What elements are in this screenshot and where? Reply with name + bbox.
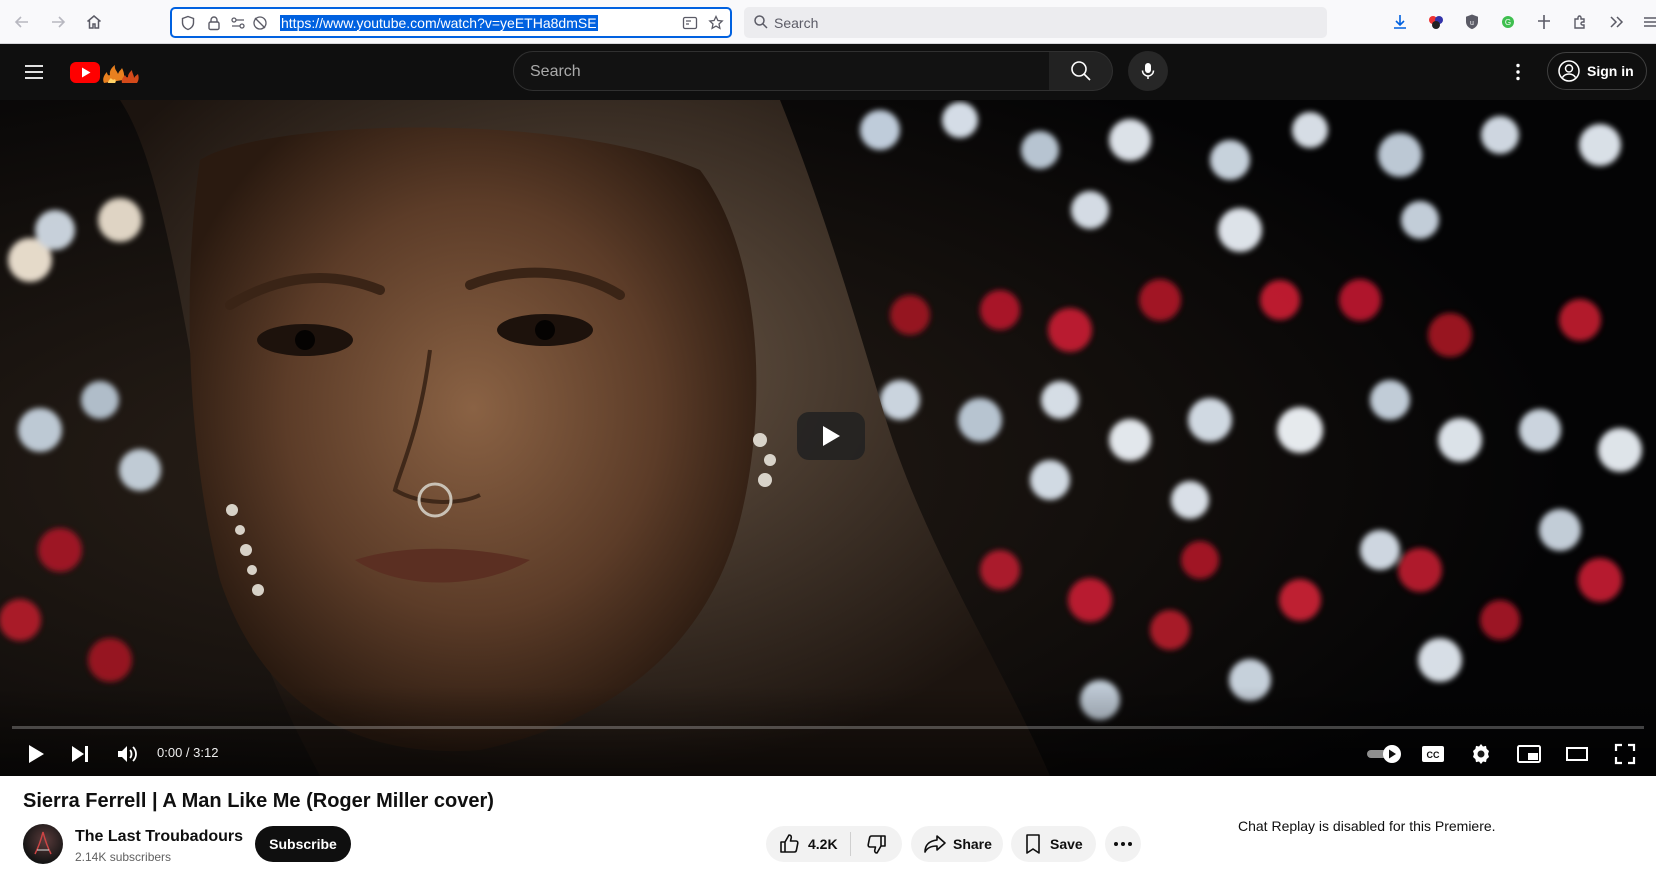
play-icon [823, 426, 840, 446]
gear-icon [1473, 744, 1489, 764]
youtube-logo[interactable] [70, 57, 146, 87]
green-extension-icon[interactable]: G [1498, 12, 1518, 32]
more-horizontal-icon [1114, 842, 1132, 846]
youtube-header: Search Sign in [0, 44, 1656, 100]
chat-replay-notice: Chat Replay is disabled for this Premier… [1238, 818, 1496, 834]
channel-name[interactable]: The Last Troubadours [75, 828, 243, 846]
like-dislike-group: 4.2K [766, 826, 902, 862]
menu-icon[interactable] [22, 60, 46, 84]
more-actions-button[interactable] [1105, 826, 1141, 862]
svg-text:CC: CC [1427, 750, 1440, 760]
like-count: 4.2K [808, 836, 838, 852]
autoplay-toggle[interactable] [1364, 736, 1404, 772]
ublock-shield-icon[interactable]: u [1462, 12, 1482, 32]
save-label: Save [1050, 836, 1083, 852]
video-player[interactable]: 0:00 / 3:12 CC [0, 100, 1656, 776]
more-vertical-icon[interactable] [1506, 60, 1530, 84]
miniplayer-icon [1517, 745, 1541, 763]
save-button[interactable]: Save [1011, 826, 1096, 862]
skip-next-icon [72, 746, 88, 762]
svg-text:G: G [1505, 18, 1511, 27]
autoplay-toggle-icon [1367, 745, 1401, 763]
youtube-search-input[interactable]: Search [513, 51, 1050, 91]
voice-search-button[interactable] [1128, 51, 1168, 91]
video-title: Sierra Ferrell | A Man Like Me (Roger Mi… [23, 790, 494, 812]
bookmark-icon [1026, 834, 1040, 854]
progress-bar[interactable] [12, 726, 1644, 729]
miniplayer-button[interactable] [1511, 736, 1547, 772]
captions-button[interactable]: CC [1415, 736, 1451, 772]
share-label: Share [953, 836, 992, 852]
downloads-icon[interactable] [1390, 12, 1410, 32]
svg-text:u: u [1470, 20, 1474, 27]
browser-search-placeholder: Search [774, 15, 819, 31]
account-icon [1558, 60, 1580, 82]
channel-avatar[interactable] [23, 824, 63, 864]
theater-mode-icon [1566, 747, 1588, 761]
play-overlay-button[interactable] [797, 412, 865, 460]
extensions-puzzle-icon[interactable] [1570, 12, 1590, 32]
play-button[interactable] [18, 736, 54, 772]
thumbs-up-icon [780, 834, 799, 853]
search-icon [753, 14, 769, 30]
microphone-icon [1141, 63, 1155, 79]
url-bar[interactable]: https://www.youtube.com/watch?v=yeETHa8d… [170, 7, 732, 38]
subscriber-count: 2.14K subscribers [75, 850, 172, 864]
volume-icon [118, 746, 137, 762]
sign-in-button[interactable]: Sign in [1547, 52, 1647, 90]
forward-arrow-icon[interactable] [45, 9, 71, 35]
share-arrow-icon [924, 835, 946, 853]
subscribe-button[interactable]: Subscribe [255, 826, 351, 862]
home-icon[interactable] [81, 9, 107, 35]
browser-search-box[interactable]: Search [744, 7, 1327, 38]
back-arrow-icon[interactable] [9, 9, 35, 35]
browser-toolbar: https://www.youtube.com/watch?v=yeETHa8d… [0, 0, 1656, 44]
closed-captions-icon: CC [1422, 746, 1444, 762]
extension-colors-icon[interactable] [1426, 12, 1446, 32]
fullscreen-icon [1614, 743, 1636, 765]
share-button[interactable]: Share [911, 826, 1003, 862]
like-button[interactable]: 4.2K [766, 826, 850, 862]
mute-button[interactable] [110, 736, 146, 772]
reader-view-icon[interactable] [682, 15, 698, 31]
dislike-button[interactable] [851, 826, 902, 862]
bookmark-star-icon[interactable] [708, 15, 724, 31]
thumbs-down-icon [866, 835, 886, 854]
lock-icon[interactable] [206, 15, 222, 31]
settings-button[interactable] [1463, 736, 1499, 772]
next-button[interactable] [62, 736, 98, 772]
app-menu-icon[interactable] [1640, 12, 1656, 32]
controls-gradient [0, 686, 1656, 776]
shield-icon[interactable] [180, 15, 196, 31]
time-display: 0:00 / 3:12 [157, 745, 219, 760]
overflow-chevrons-icon[interactable] [1606, 12, 1626, 32]
play-icon [29, 745, 44, 763]
url-text[interactable]: https://www.youtube.com/watch?v=yeETHa8d… [280, 15, 598, 31]
search-icon [1070, 61, 1091, 81]
pin-extension-icon[interactable] [1534, 12, 1554, 32]
sign-in-label: Sign in [1587, 63, 1634, 79]
youtube-search-button[interactable] [1049, 51, 1113, 91]
permissions-icon[interactable] [230, 15, 246, 31]
autoplay-blocked-icon[interactable] [252, 15, 268, 31]
youtube-search-placeholder: Search [530, 63, 581, 80]
fullscreen-button[interactable] [1607, 736, 1643, 772]
theater-mode-button[interactable] [1559, 736, 1595, 772]
